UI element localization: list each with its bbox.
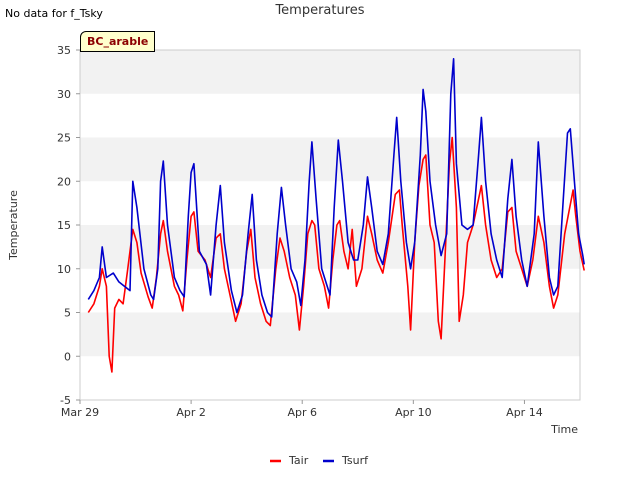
x-axis: Mar 29 Apr 2 Apr 6 Apr 10 Apr 14 bbox=[61, 400, 543, 419]
y-tick-label: 15 bbox=[57, 219, 71, 232]
legend-label-tair: Tair bbox=[288, 454, 309, 467]
y-tick-label: 30 bbox=[57, 88, 71, 101]
y-tick-label: 35 bbox=[57, 44, 71, 57]
grid-band bbox=[80, 137, 580, 182]
grid-band bbox=[80, 312, 580, 357]
y-tick-label: 25 bbox=[57, 132, 71, 145]
y-axis-label: Temperature bbox=[7, 190, 20, 261]
temperature-chart: -505101520253035 Mar 29 Apr 2 Apr 6 Apr 10 A… bbox=[7, 44, 585, 467]
series-line-tsurf bbox=[87, 57, 585, 318]
x-tick-label: Apr 6 bbox=[287, 406, 317, 419]
legend-label-tsurf: Tsurf bbox=[341, 454, 369, 467]
x-axis-label: Time bbox=[550, 423, 578, 436]
x-tick-label: Apr 14 bbox=[506, 406, 543, 419]
y-tick-label: 10 bbox=[57, 263, 71, 276]
grid-bands bbox=[80, 50, 580, 357]
site-label-badge: BC_arable bbox=[80, 31, 156, 52]
y-tick-label: 20 bbox=[57, 175, 71, 188]
legend: Tair Tsurf bbox=[270, 454, 369, 467]
grid-band bbox=[80, 50, 580, 94]
y-tick-label: 5 bbox=[64, 307, 71, 320]
y-tick-label: 0 bbox=[64, 350, 71, 363]
x-tick-label: Mar 29 bbox=[61, 406, 99, 419]
x-tick-label: Apr 2 bbox=[176, 406, 206, 419]
y-axis: -505101520253035 bbox=[57, 44, 80, 407]
x-tick-label: Apr 10 bbox=[395, 406, 432, 419]
